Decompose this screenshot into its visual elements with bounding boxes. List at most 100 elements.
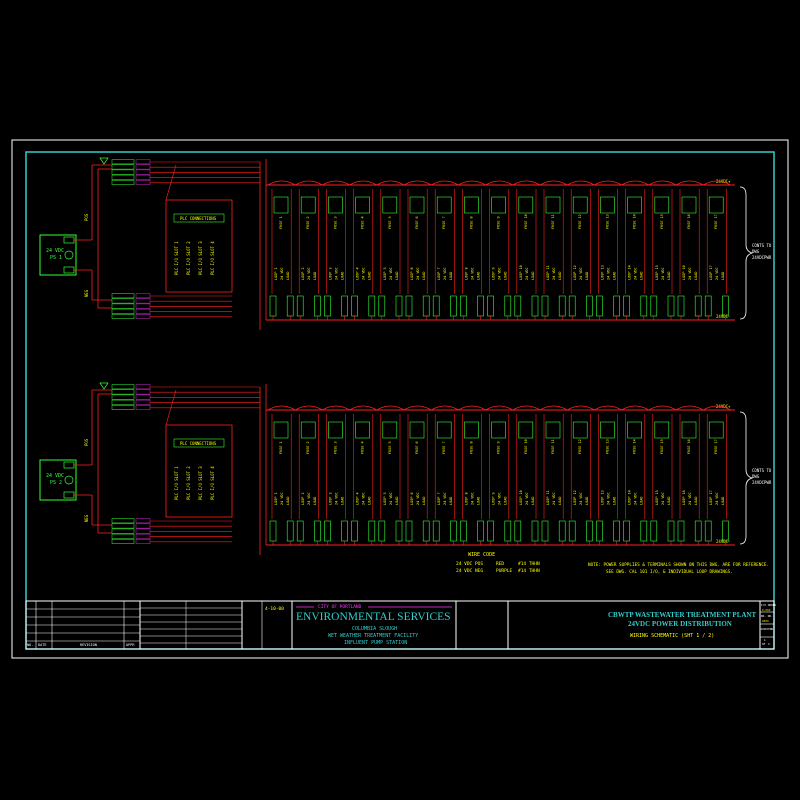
load-label: LOOP 13 (600, 490, 604, 505)
power-supply-label: 24 VDC (46, 248, 64, 254)
right-cell: XXXX (762, 619, 769, 623)
pos-label: POS (84, 438, 89, 446)
wire-code-row-desc: 24 VDC NEG (456, 568, 483, 574)
load-label: 24 VDC (661, 267, 665, 280)
load-label: 24 VDC (307, 267, 311, 280)
load-label: LOOP 1 (274, 492, 278, 505)
sheet-description: WIRING SCHEMATIC (SHT 1 / 2) (630, 633, 714, 639)
plc-slot-label: PLC I/O SLOT 1 (174, 466, 179, 500)
load-label: LOAD (694, 272, 698, 280)
load-label: LOAD (504, 497, 508, 505)
plc-slot-label: PLC I/O SLOT 3 (198, 466, 203, 500)
load-label: LOAD (667, 272, 671, 280)
wire-code-row-color: PURPLE (496, 568, 513, 574)
wire-code-title: WIRE CODE (468, 552, 495, 558)
load-label: LOOP 2 (301, 267, 305, 280)
load-label: LOOP 12 (573, 490, 577, 505)
load-label: LOAD (612, 272, 616, 280)
pos-label: POS (84, 213, 89, 221)
neg-label: NEG (84, 289, 89, 297)
load-label: LOOP 11 (546, 265, 550, 280)
load-label: LOOP 3 (328, 492, 332, 505)
load-label: LOAD (558, 272, 562, 280)
fuse-label: FUSE 1 (279, 216, 283, 229)
revision-label: REVISION (80, 643, 97, 647)
load-label: 24 VDC (389, 267, 393, 280)
load-label: 24 VDC (688, 492, 692, 505)
load-label: LOOP 6 (410, 267, 414, 280)
load-label: LOOP 10 (519, 490, 523, 505)
power-supply-id: PS 1 (50, 255, 62, 261)
wiring-schematic: 24 VDCPS 1POSNEGPLC CONNECTIONSPLC I/O S… (0, 0, 800, 800)
load-label: 24 VDC (334, 492, 338, 505)
load-label: LOOP 3 (328, 267, 332, 280)
right-cell: X-XXX (762, 608, 771, 612)
load-label: LOAD (422, 272, 426, 280)
plc-slot-label: PLC I/O SLOT 4 (210, 241, 215, 275)
load-label: LOOP 7 (437, 492, 441, 505)
plc-connections-label: PLC CONNECTIONS (180, 441, 217, 446)
fuse-label: FUSE 8 (469, 216, 473, 229)
load-label: 24 VDC (280, 492, 284, 505)
system-name: 24VDC POWER DISTRIBUTION (628, 620, 732, 628)
load-label: LOAD (449, 497, 453, 505)
wire-code-row-wire: #14 THHN (518, 568, 540, 574)
load-label: 24 VDC (579, 267, 583, 280)
load-label: LOOP 4 (356, 492, 360, 505)
bus-label: 24VDC+ (716, 179, 731, 184)
load-label: LOAD (476, 497, 480, 505)
load-label: LOOP 2 (301, 492, 305, 505)
load-label: 24 VDC (470, 267, 474, 280)
load-label: LOOP 9 (492, 267, 496, 280)
date: 4-10-00 (265, 606, 284, 612)
plc-slot-label: PLC I/O SLOT 4 (210, 466, 215, 500)
fuse-label: FUSE 10 (524, 214, 528, 229)
fuse-label: FUSE 16 (687, 214, 691, 229)
continuation-note: DWG (752, 249, 760, 254)
fuse-label: FUSE 4 (361, 216, 365, 229)
right-cell: I/O ORDER (761, 603, 776, 607)
load-label: 24 VDC (525, 492, 529, 505)
load-label: 24 VDC (715, 492, 719, 505)
continuation-note: DWG (752, 474, 760, 479)
load-label: LOAD (585, 272, 589, 280)
load-label: LOAD (368, 272, 372, 280)
load-label: 24 VDC (280, 267, 284, 280)
load-label: 24 VDC (362, 267, 366, 280)
load-label: 24 VDC (416, 267, 420, 280)
fuse-label: FUSE 11 (551, 439, 555, 454)
load-label: 24 VDC (606, 267, 610, 280)
power-supply-label: 24 VDC (46, 473, 64, 479)
load-label: LOOP 15 (655, 265, 659, 280)
load-label: LOOP 8 (464, 267, 468, 280)
continuation-note: 24VDCPWR (752, 255, 772, 260)
load-label: LOAD (368, 497, 372, 505)
load-label: LOOP 4 (356, 267, 360, 280)
fuse-label: FUSE 9 (497, 216, 501, 229)
load-label: LOOP 9 (492, 492, 496, 505)
load-label: LOAD (340, 272, 344, 280)
load-label: LOAD (585, 497, 589, 505)
fuse-label: FUSE 12 (578, 439, 582, 454)
note-line: SEE DWG. CAL 101 I/O, & INDIVIDUAL LOOP … (606, 569, 733, 575)
fuse-label: FUSE 16 (687, 439, 691, 454)
plc-slot-label: PLC I/O SLOT 2 (186, 241, 191, 275)
load-label: LOOP 7 (437, 267, 441, 280)
load-label: LOAD (558, 497, 562, 505)
appr-label: APPR (126, 643, 135, 647)
agency-name: ENVIRONMENTAL SERVICES (296, 611, 451, 623)
fuse-label: FUSE 3 (333, 441, 337, 454)
load-label: LOAD (395, 272, 399, 280)
fuse-label: FUSE 14 (633, 214, 637, 229)
fuse-label: FUSE 3 (333, 216, 337, 229)
fuse-label: FUSE 2 (306, 441, 310, 454)
load-label: 24 VDC (470, 492, 474, 505)
load-label: 24 VDC (334, 267, 338, 280)
note-line: NOTE: POWER SUPPLIES & TERMINALS SHOWN O… (588, 562, 769, 568)
load-label: LOOP 17 (709, 265, 713, 280)
load-label: LOAD (313, 497, 317, 505)
load-label: 24 VDC (634, 492, 638, 505)
power-supply-id: PS 2 (50, 480, 62, 486)
plc-slot-label: PLC I/O SLOT 1 (174, 241, 179, 275)
fuse-label: FUSE 10 (524, 439, 528, 454)
